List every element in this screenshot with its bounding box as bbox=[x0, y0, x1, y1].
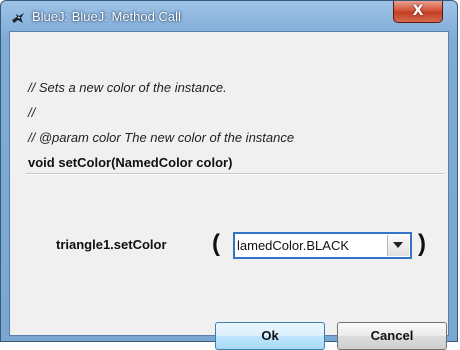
color-combobox[interactable]: lamedColor.BLACK bbox=[233, 232, 412, 259]
method-call-dialog: BlueJ: BlueJ: Method Call X // Sets a ne… bbox=[0, 0, 458, 350]
ok-button[interactable]: Ok bbox=[215, 322, 325, 350]
close-paren: ) bbox=[418, 230, 426, 257]
window-title: BlueJ: BlueJ: Method Call bbox=[32, 9, 181, 24]
method-call-label: triangle1.setColor bbox=[56, 237, 167, 252]
chevron-down-icon bbox=[393, 242, 403, 248]
title-bar[interactable]: BlueJ: BlueJ: Method Call X bbox=[1, 1, 457, 31]
doc-comment-line: // @param color The new color of the ins… bbox=[28, 130, 295, 145]
close-icon: X bbox=[412, 3, 424, 19]
dropdown-button[interactable] bbox=[387, 235, 409, 256]
method-signature: void setColor(NamedColor color) bbox=[28, 155, 233, 170]
cancel-button[interactable]: Cancel bbox=[337, 322, 447, 350]
divider bbox=[26, 173, 444, 175]
close-button[interactable]: X bbox=[393, 1, 443, 23]
doc-comment-line: // Sets a new color of the instance. bbox=[28, 80, 227, 95]
bluej-bird-icon bbox=[12, 13, 24, 23]
dialog-content: // Sets a new color of the instance. // … bbox=[9, 31, 449, 350]
open-paren: ( bbox=[212, 230, 220, 257]
combobox-value[interactable]: lamedColor.BLACK bbox=[237, 238, 387, 253]
doc-comment-line: // bbox=[28, 105, 36, 120]
